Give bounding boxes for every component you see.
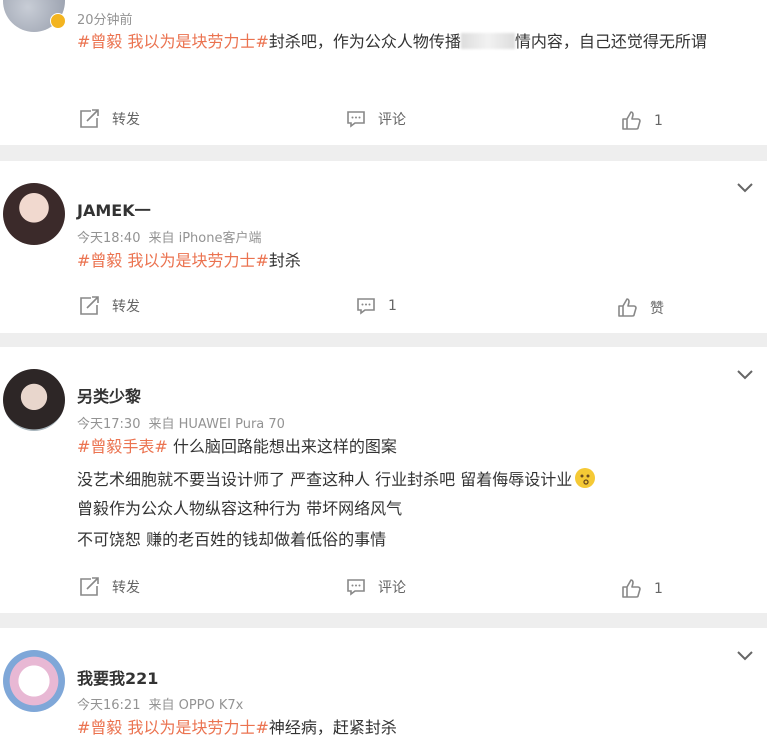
topic-link[interactable]: #曾毅 我以为是块劳力士# bbox=[77, 251, 269, 270]
chevron-down-icon[interactable] bbox=[737, 370, 753, 380]
avatar[interactable] bbox=[3, 369, 65, 431]
like-icon bbox=[622, 111, 641, 130]
chevron-down-icon[interactable] bbox=[737, 651, 753, 661]
post-text-line: 曾毅作为公众人物纵容这种行为 带坏网络风气 bbox=[77, 499, 403, 518]
like-button[interactable]: 赞 bbox=[617, 297, 664, 318]
topic-link[interactable]: #曾毅 我以为是块劳力士# bbox=[77, 32, 269, 51]
user-name[interactable]: 另类少黎 bbox=[77, 383, 141, 407]
post-time[interactable]: 今天16:21 bbox=[77, 698, 140, 713]
like-icon bbox=[618, 298, 637, 317]
post-source: 来自 OPPO K7x bbox=[148, 698, 244, 713]
topic-link[interactable]: #曾毅 我以为是块劳力士# bbox=[77, 718, 269, 737]
post-card: 我要我221 今天16:21 来自 OPPO K7x #曾毅 我以为是块劳力士#神… bbox=[0, 628, 767, 746]
post-card: 20分钟前 #曾毅 我以为是块劳力士#封杀吧，作为公众人物传播 情内容，自己还觉得… bbox=[0, 0, 767, 145]
repost-button[interactable]: 转发 bbox=[79, 109, 140, 129]
thinking-emoji-icon bbox=[575, 468, 596, 488]
repost-icon bbox=[80, 109, 99, 128]
comment-button[interactable]: 1 bbox=[356, 296, 397, 316]
comment-button[interactable]: 评论 bbox=[346, 577, 406, 597]
topic-link[interactable]: #曾毅手表# bbox=[77, 437, 168, 456]
repost-button[interactable]: 转发 bbox=[79, 296, 140, 316]
like-button[interactable]: 1 bbox=[621, 110, 663, 131]
user-name[interactable]: 我要我221 bbox=[77, 665, 158, 689]
post-text: #曾毅 我以为是块劳力士#神经病，赶紧封杀 bbox=[77, 718, 397, 737]
repost-button[interactable]: 转发 bbox=[79, 577, 140, 597]
post-source: 来自 HUAWEI Pura 70 bbox=[148, 417, 285, 432]
chevron-down-icon[interactable] bbox=[737, 183, 753, 193]
repost-icon bbox=[80, 296, 99, 315]
post-meta: 今天18:40 来自 iPhone客户端 bbox=[77, 227, 261, 246]
post-source: 来自 iPhone客户端 bbox=[148, 231, 262, 246]
post-meta: 今天17:30 来自 HUAWEI Pura 70 bbox=[77, 413, 285, 432]
post-card: JAMEK一 今天18:40 来自 iPhone客户端 #曾毅 我以为是块劳力士#… bbox=[0, 161, 767, 333]
comment-button[interactable]: 评论 bbox=[346, 109, 406, 129]
repost-icon bbox=[80, 577, 99, 596]
comment-icon bbox=[347, 111, 365, 128]
post-time: 20分钟前 bbox=[77, 13, 133, 28]
like-button[interactable]: 1 bbox=[621, 578, 663, 599]
user-name[interactable]: JAMEK一 bbox=[77, 197, 151, 221]
comment-icon bbox=[347, 579, 365, 596]
post-meta: 今天16:21 来自 OPPO K7x bbox=[77, 694, 243, 713]
post-text-line: 没艺术细胞就不要当设计师了 严查这种人 行业封杀吧 留着侮辱设计业 bbox=[77, 468, 596, 490]
post-text: #曾毅 我以为是块劳力士#封杀 bbox=[77, 251, 301, 270]
post-text-line: #曾毅手表# 什么脑回路能想出来这样的图案 bbox=[77, 437, 397, 456]
post-time[interactable]: 今天18:40 bbox=[77, 231, 140, 246]
post-text-line: 不可饶恕 赚的老百姓的钱却做着低俗的事情 bbox=[77, 530, 387, 549]
comment-icon bbox=[357, 298, 375, 315]
post-time[interactable]: 今天17:30 bbox=[77, 417, 140, 432]
like-icon bbox=[622, 579, 641, 598]
blurred-text bbox=[460, 33, 515, 49]
avatar[interactable] bbox=[3, 650, 65, 712]
verified-badge-icon bbox=[50, 13, 66, 29]
post-card: 另类少黎 今天17:30 来自 HUAWEI Pura 70 #曾毅手表# 什么脑… bbox=[0, 347, 767, 613]
avatar[interactable] bbox=[3, 183, 65, 245]
post-text: #曾毅 我以为是块劳力士#封杀吧，作为公众人物传播 情内容，自己还觉得无所谓 bbox=[77, 32, 707, 51]
